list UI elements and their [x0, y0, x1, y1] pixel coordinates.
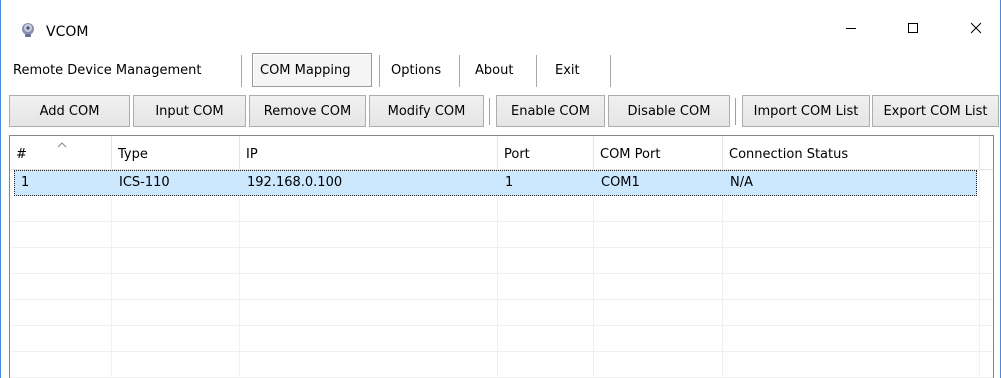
menu-about[interactable]: About — [475, 53, 513, 87]
modify-com-label: Modify COM — [387, 103, 466, 119]
cell-type: ICS-110 — [119, 175, 170, 190]
column-label: Type — [118, 147, 148, 162]
vcom-app-icon — [20, 22, 36, 38]
enable-com-label: Enable COM — [511, 103, 590, 119]
column-label: COM Port — [600, 147, 661, 162]
menu-divider — [610, 55, 611, 87]
menu-exit[interactable]: Exit — [555, 53, 580, 87]
empty-row — [10, 352, 993, 378]
cell-port: 1 — [505, 175, 514, 190]
minimize-button[interactable] — [828, 15, 874, 45]
disable-com-label: Disable COM — [627, 103, 711, 119]
toolbar: Add COM Input COM Remove COM Modify COM … — [9, 95, 999, 129]
column-label: Port — [504, 147, 530, 162]
com-mapping-table[interactable]: # Type IP Port COM Port Connection Statu… — [9, 135, 994, 378]
column-header-number[interactable]: # — [10, 136, 112, 170]
column-label: IP — [246, 147, 258, 162]
input-com-label: Input COM — [155, 103, 224, 119]
menu-options[interactable]: Options — [391, 53, 441, 87]
empty-row — [10, 248, 993, 274]
input-com-button[interactable]: Input COM — [133, 95, 246, 127]
cell-com-port: COM1 — [601, 175, 640, 190]
maximize-icon — [907, 22, 919, 38]
toolbar-divider — [735, 98, 737, 125]
menu-divider — [379, 55, 380, 87]
menu-label: Options — [391, 62, 442, 78]
vcom-window: VCOM Remote Device Management COM Mappin… — [0, 0, 1001, 378]
import-com-list-button[interactable]: Import COM List — [742, 95, 870, 127]
disable-com-button[interactable]: Disable COM — [608, 95, 730, 127]
modify-com-button[interactable]: Modify COM — [369, 95, 484, 127]
table-row[interactable]: 1 ICS-110 192.168.0.100 1 COM1 N/A — [14, 170, 977, 196]
column-header-ip[interactable]: IP — [240, 136, 498, 170]
import-com-list-label: Import COM List — [753, 103, 859, 119]
empty-row — [10, 326, 993, 352]
column-header-port[interactable]: Port — [498, 136, 594, 170]
menu-label: About — [475, 62, 514, 78]
export-com-list-label: Export COM List — [883, 103, 988, 119]
remove-com-button[interactable]: Remove COM — [249, 95, 366, 127]
cell-connection-status: N/A — [730, 175, 753, 190]
minimize-icon — [845, 22, 857, 38]
cell-ip: 192.168.0.100 — [247, 175, 343, 190]
menu-remote-device-management[interactable]: Remote Device Management — [13, 53, 202, 87]
close-icon — [970, 22, 982, 38]
column-header-com-port[interactable]: COM Port — [594, 136, 723, 170]
menu-com-mapping[interactable]: COM Mapping — [252, 53, 372, 87]
column-header-connection-status[interactable]: Connection Status — [723, 136, 980, 170]
cell-number: 1 — [21, 175, 30, 190]
sort-ascending-icon — [56, 138, 68, 153]
column-label: # — [16, 147, 27, 162]
menu-label: Exit — [555, 62, 580, 78]
title-bar[interactable]: VCOM — [1, 0, 1000, 50]
empty-row — [10, 300, 993, 326]
add-com-button[interactable]: Add COM — [9, 95, 130, 127]
menu-bar: Remote Device Management COM Mapping Opt… — [9, 53, 992, 89]
toolbar-divider — [489, 98, 491, 125]
menu-divider — [241, 55, 242, 87]
add-com-label: Add COM — [39, 103, 100, 119]
export-com-list-button[interactable]: Export COM List — [872, 95, 999, 127]
maximize-button[interactable] — [890, 15, 936, 45]
remove-com-label: Remove COM — [263, 103, 352, 119]
menu-label: COM Mapping — [260, 62, 351, 78]
menu-divider — [459, 55, 460, 87]
enable-com-button[interactable]: Enable COM — [496, 95, 605, 127]
close-button[interactable] — [953, 15, 999, 45]
window-title: VCOM — [46, 24, 89, 40]
table-header: # Type IP Port COM Port Connection Statu… — [10, 136, 993, 170]
column-header-type[interactable]: Type — [112, 136, 240, 170]
empty-row — [10, 222, 993, 248]
column-label: Connection Status — [729, 147, 849, 162]
empty-row — [10, 274, 993, 300]
menu-label: Remote Device Management — [13, 62, 202, 78]
empty-row — [10, 196, 993, 222]
menu-divider — [536, 55, 537, 87]
